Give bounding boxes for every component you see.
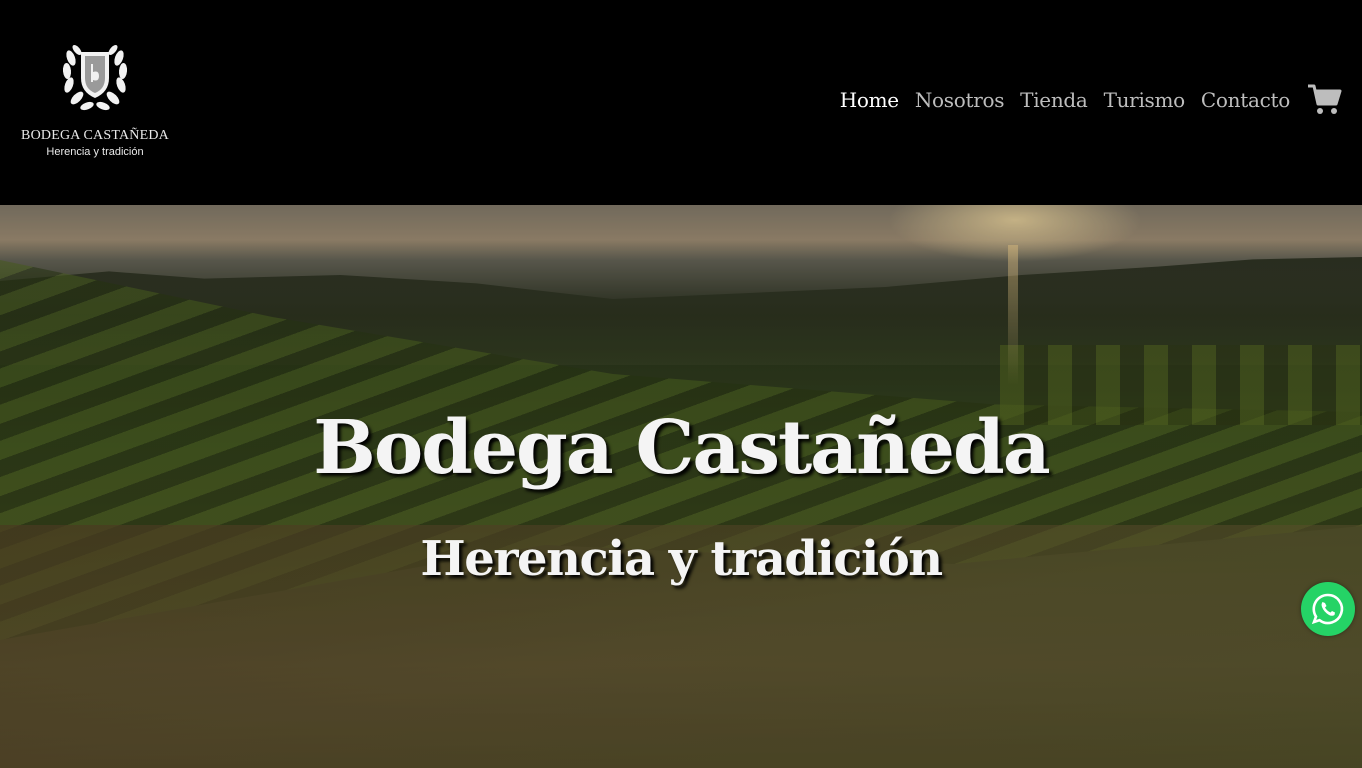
nav-item-turismo[interactable]: Turismo (1104, 88, 1186, 112)
nav-item-nosotros[interactable]: Nosotros (915, 88, 1005, 112)
hero-subtitle: Herencia y tradición (420, 531, 943, 587)
shopping-cart-icon[interactable] (1306, 82, 1342, 118)
nav-item-contacto[interactable]: Contacto (1201, 88, 1290, 112)
nav-item-tienda[interactable]: Tienda (1020, 88, 1088, 112)
brand-logo[interactable]: BODEGA CASTAÑEDA Herencia y tradición (20, 38, 170, 168)
main-nav: Home Nosotros Tienda Turismo Contacto (840, 78, 1342, 122)
brand-name: BODEGA CASTAÑEDA (21, 128, 169, 143)
whatsapp-button[interactable] (1301, 582, 1355, 636)
whatsapp-icon (1311, 593, 1344, 625)
laurel-shield-icon (62, 45, 128, 111)
brand-tagline: Herencia y tradición (46, 146, 144, 158)
site-header: BODEGA CASTAÑEDA Herencia y tradición Ho… (0, 0, 1362, 205)
hero-title: Bodega Castañeda (313, 405, 1050, 491)
hero-banner: Bodega Castañeda Herencia y tradición (0, 205, 1362, 768)
nav-item-home[interactable]: Home (840, 88, 899, 112)
